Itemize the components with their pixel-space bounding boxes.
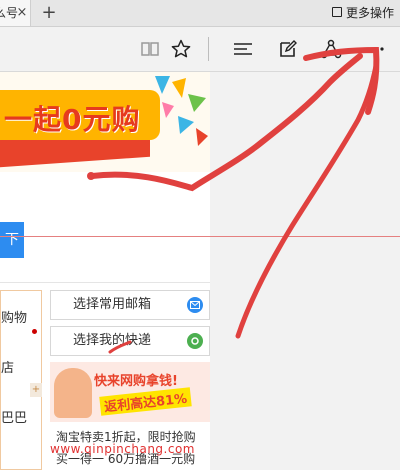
favorite-star-icon[interactable] — [170, 38, 192, 60]
ad-title: 快来网购拿钱! — [94, 374, 178, 389]
category-dot — [32, 329, 37, 334]
choose-email-label: 选择常用邮箱 — [73, 297, 152, 312]
tab-strip: 么号 × + 更多操作 — [0, 0, 400, 27]
reading-view-icon[interactable] — [139, 38, 161, 60]
search-submit-button[interactable]: 下 — [0, 222, 24, 258]
share-icon[interactable] — [320, 38, 342, 60]
web-page-content: 一起0元购 下 购物 店 巴巴 + 选择常用邮箱 选择我的快递 快来网购拿钱! — [0, 72, 210, 470]
choose-delivery-button[interactable]: 选择我的快递 — [50, 326, 210, 356]
choose-email-button[interactable]: 选择常用邮箱 — [50, 290, 210, 320]
promo-banner[interactable]: 一起0元购 — [0, 72, 210, 172]
mail-icon — [187, 297, 203, 313]
browser-toolbar — [0, 27, 400, 72]
window-icon — [331, 7, 342, 17]
web-note-icon[interactable] — [277, 38, 299, 60]
browser-tab[interactable]: 么号 × — [0, 0, 31, 26]
ad-subtitle: 返利高达81% — [99, 387, 192, 416]
category-item[interactable]: 店 — [1, 357, 14, 376]
category-item[interactable]: 巴巴 — [1, 407, 27, 426]
site-watermark: www.qinpinchang.com — [50, 442, 195, 456]
expand-icon[interactable]: + — [30, 383, 42, 397]
toolbar-separator — [208, 37, 209, 61]
category-list: 购物 店 巴巴 + — [0, 290, 42, 470]
delivery-icon — [187, 333, 203, 349]
new-tab-button[interactable]: + — [38, 0, 60, 26]
more-actions-tooltip: 更多操作 — [331, 2, 394, 22]
section-divider — [0, 282, 210, 283]
banner-text: 一起0元购 — [4, 103, 141, 136]
banner-flags — [155, 76, 208, 146]
category-item[interactable]: 购物 — [1, 307, 27, 326]
hub-icon[interactable] — [232, 38, 254, 60]
annotation-line — [0, 236, 400, 237]
choose-delivery-label: 选择我的快递 — [73, 333, 152, 348]
more-actions-icon[interactable] — [364, 38, 386, 60]
ad-cartoon-figure — [54, 368, 92, 418]
rebate-ad[interactable]: 快来网购拿钱! 返利高达81% — [50, 362, 210, 422]
tab-close-icon[interactable]: × — [13, 0, 30, 26]
more-actions-label: 更多操作 — [345, 5, 394, 20]
